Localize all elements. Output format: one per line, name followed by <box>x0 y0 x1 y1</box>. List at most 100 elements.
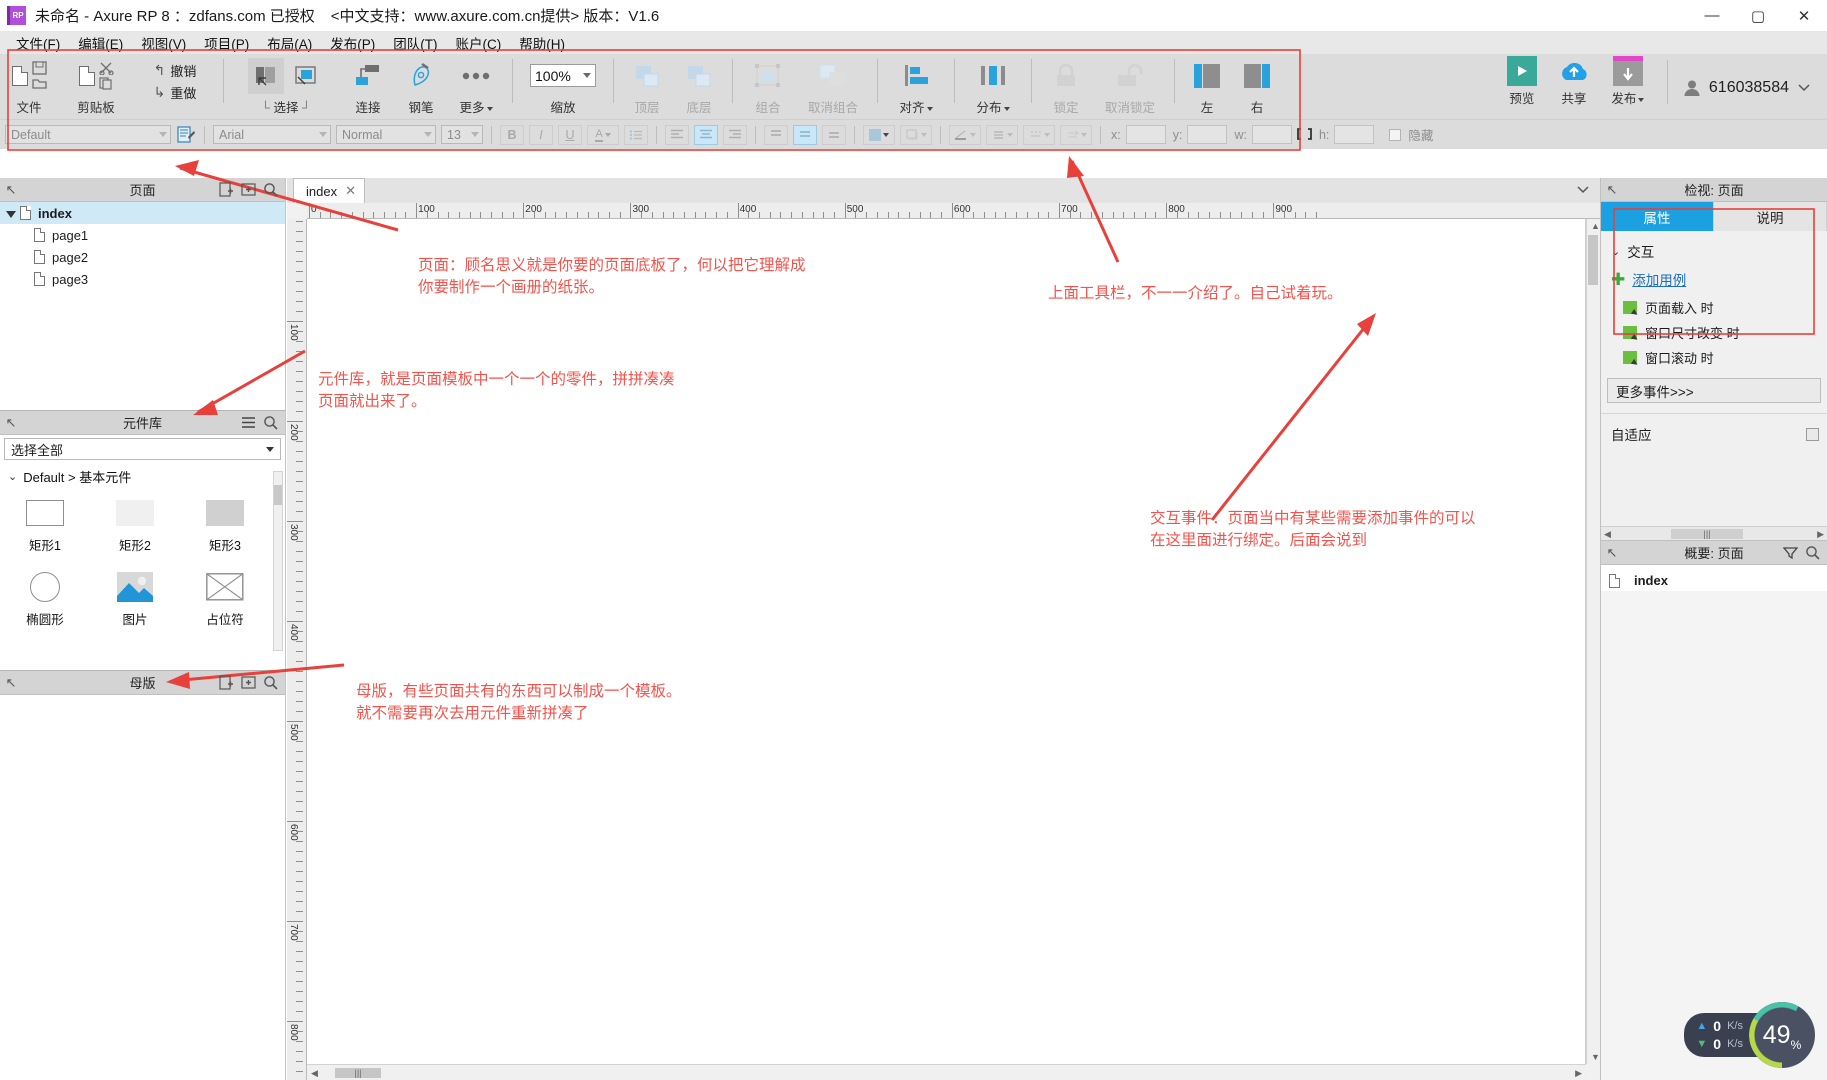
marquee-tool-icon[interactable] <box>288 58 324 94</box>
style-select[interactable]: Default <box>5 125 171 144</box>
line-width-button[interactable] <box>986 124 1018 145</box>
toolbar-group-publish[interactable]: 发布 <box>1604 54 1652 110</box>
add-case-row[interactable]: ✚ 添加用例 <box>1601 265 1827 295</box>
new-file-icon[interactable] <box>11 58 28 94</box>
w-input[interactable] <box>1251 125 1292 144</box>
font-color-button[interactable]: A <box>587 124 619 145</box>
toolbar-group-share[interactable]: 共享 <box>1552 54 1596 110</box>
menu-view[interactable]: 视图(V) <box>132 31 195 55</box>
toolbar-group-back[interactable]: 底层 <box>673 54 725 119</box>
line-style-button[interactable] <box>1023 124 1055 145</box>
event-window-scroll[interactable]: 窗口滚动 时 <box>1601 345 1827 370</box>
canvas-horizontal-scrollbar[interactable]: ◀ ||| ▶ <box>307 1064 1586 1080</box>
system-monitor-widget[interactable]: ▲ 0 K/s ▼ 0 K/s 49 % <box>1684 1002 1815 1068</box>
toolbar-group-more[interactable]: 更多 <box>447 54 505 119</box>
font-family-select[interactable]: Arial <box>213 125 331 144</box>
toolbar-group-pen[interactable]: 钢笔 <box>395 54 447 119</box>
close-button[interactable]: ✕ <box>1781 0 1827 32</box>
account-menu[interactable]: 616038584 <box>1683 79 1811 97</box>
paste-icon[interactable] <box>78 58 95 94</box>
add-case-link[interactable]: 添加用例 <box>1632 269 1686 289</box>
toolbar-group-preview[interactable]: 预览 <box>1500 54 1544 110</box>
cut-scissors-icon[interactable] <box>98 61 114 75</box>
library-select[interactable]: 选择全部 <box>4 438 281 460</box>
add-page-icon[interactable] <box>215 179 237 201</box>
library-scrollbar-thumb[interactable] <box>274 485 282 505</box>
widget-item-placeholder[interactable]: 占位符 <box>180 568 270 628</box>
underline-button[interactable]: U <box>558 124 582 145</box>
style-editor-icon[interactable] <box>176 125 196 145</box>
redo-button[interactable]: ↳ 重做 <box>154 83 197 102</box>
maximize-button[interactable]: ▢ <box>1735 0 1781 32</box>
canvas-vertical-scrollbar[interactable]: ▲ ▼ <box>1586 219 1600 1064</box>
menu-help[interactable]: 帮助(H) <box>510 31 574 55</box>
line-color-button[interactable] <box>949 124 981 145</box>
add-master-folder-icon[interactable] <box>237 672 259 694</box>
interaction-section-header[interactable]: ⌄ 交互 <box>1601 237 1827 265</box>
align-left-button[interactable] <box>665 124 689 145</box>
x-input[interactable] <box>1125 125 1166 144</box>
menu-file[interactable]: 文件(F) <box>7 31 69 55</box>
bold-button[interactable]: B <box>500 124 524 145</box>
scroll-left-arrow-icon[interactable]: ◀ <box>1604 529 1611 540</box>
adaptive-checkbox[interactable] <box>1806 427 1819 441</box>
toolbar-group-group[interactable]: 组合 <box>740 54 796 119</box>
page-tree-item-index[interactable]: index <box>0 202 285 224</box>
library-menu-icon[interactable] <box>237 412 259 434</box>
zoom-select[interactable]: 100% <box>530 64 596 87</box>
scroll-left-arrow-icon[interactable]: ◀ <box>311 1068 318 1079</box>
font-size-select[interactable]: 13 <box>441 125 483 144</box>
add-folder-icon[interactable] <box>237 179 259 201</box>
bullet-list-button[interactable] <box>624 124 648 145</box>
page-tree-item-page2[interactable]: page2 <box>0 246 285 268</box>
tab-overflow-chevron-icon[interactable] <box>1576 185 1590 195</box>
search-icon[interactable] <box>259 672 281 694</box>
widget-item-rect1[interactable]: 矩形1 <box>0 494 90 554</box>
design-sheet[interactable]: 页面：顾名思义就是你要的页面底板了，何以把它理解成 你要制作一个画册的纸张。 元… <box>307 219 1586 1064</box>
search-icon[interactable] <box>259 179 281 201</box>
search-icon[interactable] <box>259 412 281 434</box>
italic-button[interactable]: I <box>529 124 553 145</box>
event-window-resize[interactable]: 窗口尺寸改变 时 <box>1601 320 1827 345</box>
widget-item-ellipse[interactable]: 椭圆形 <box>0 568 90 628</box>
menu-team[interactable]: 团队(T) <box>384 31 446 55</box>
tab-properties[interactable]: 属性 <box>1601 202 1714 231</box>
widget-item-rect2[interactable]: 矩形2 <box>90 494 180 554</box>
close-icon[interactable]: ✕ <box>345 183 356 199</box>
valign-middle-button[interactable] <box>793 124 817 145</box>
save-icon[interactable] <box>31 61 47 75</box>
more-events-button[interactable]: 更多事件>>> <box>1607 378 1821 403</box>
menu-layout[interactable]: 布局(A) <box>258 31 321 55</box>
scroll-up-arrow-icon[interactable]: ▲ <box>1591 221 1600 231</box>
minimize-button[interactable]: — <box>1689 0 1735 32</box>
scroll-down-arrow-icon[interactable]: ▼ <box>1591 1052 1600 1062</box>
open-folder-icon[interactable] <box>31 77 47 90</box>
widget-item-rect3[interactable]: 矩形3 <box>180 494 270 554</box>
lock-aspect-icon[interactable] <box>1297 128 1312 141</box>
toolbar-group-left-panel[interactable]: 左 <box>1182 54 1232 119</box>
toolbar-group-front[interactable]: 顶层 <box>621 54 673 119</box>
menu-publish[interactable]: 发布(P) <box>321 31 384 55</box>
outline-item-index[interactable]: index <box>1601 565 1827 591</box>
filter-icon[interactable] <box>1779 542 1801 564</box>
toolbar-group-connect[interactable]: 连接 <box>341 54 395 119</box>
align-center-button[interactable] <box>694 124 718 145</box>
search-icon[interactable] <box>1801 542 1823 564</box>
page-tree-item-page3[interactable]: page3 <box>0 268 285 290</box>
shadow-button[interactable] <box>900 124 932 145</box>
add-master-icon[interactable] <box>215 672 237 694</box>
toolbar-group-ungroup[interactable]: 取消组合 <box>796 54 870 119</box>
arrow-style-button[interactable] <box>1060 124 1092 145</box>
page-tree-item-page1[interactable]: page1 <box>0 224 285 246</box>
toolbar-group-right-panel[interactable]: 右 <box>1232 54 1282 119</box>
menu-project[interactable]: 项目(P) <box>195 31 258 55</box>
cpu-usage-gauge[interactable]: 49 % <box>1749 1002 1815 1068</box>
hidden-checkbox-group[interactable]: 隐藏 <box>1389 125 1433 144</box>
toolbar-group-unlock[interactable]: 取消锁定 <box>1093 54 1167 119</box>
toolbar-group-align[interactable]: 对齐 <box>885 54 947 119</box>
expand-triangle-icon[interactable] <box>6 211 16 218</box>
canvas-hscroll-thumb[interactable]: ||| <box>335 1068 381 1078</box>
widget-item-image[interactable]: 图片 <box>90 568 180 628</box>
undo-button[interactable]: ↰ 撤销 <box>154 61 197 80</box>
menu-edit[interactable]: 编辑(E) <box>69 31 132 55</box>
